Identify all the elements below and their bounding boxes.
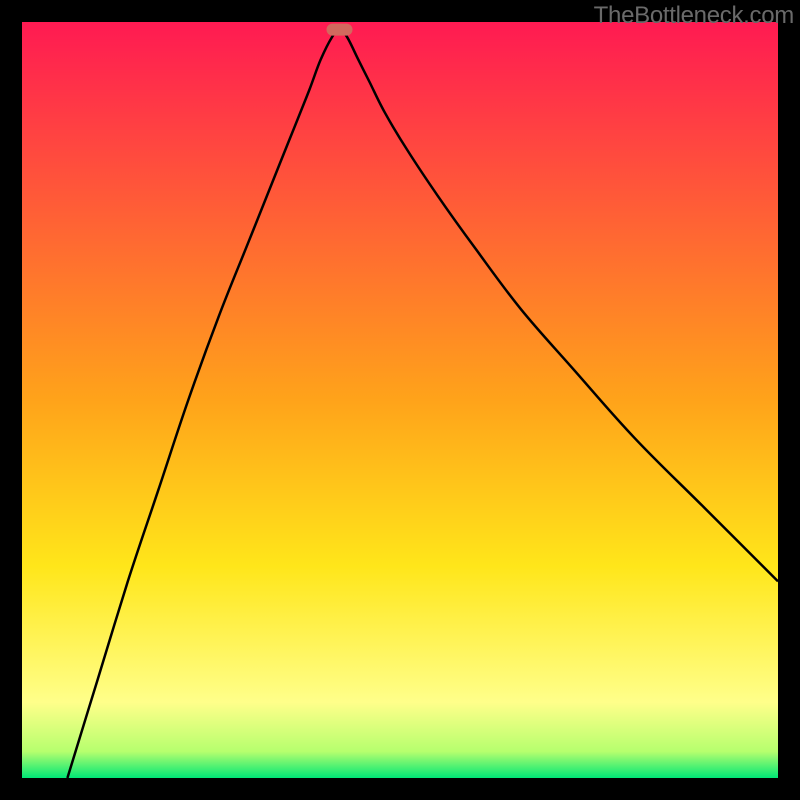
optimum-marker xyxy=(327,24,353,36)
bottleneck-chart xyxy=(22,22,778,778)
gradient-background xyxy=(22,22,778,778)
watermark-text: TheBottleneck.com xyxy=(594,2,794,30)
chart-frame xyxy=(22,22,778,778)
